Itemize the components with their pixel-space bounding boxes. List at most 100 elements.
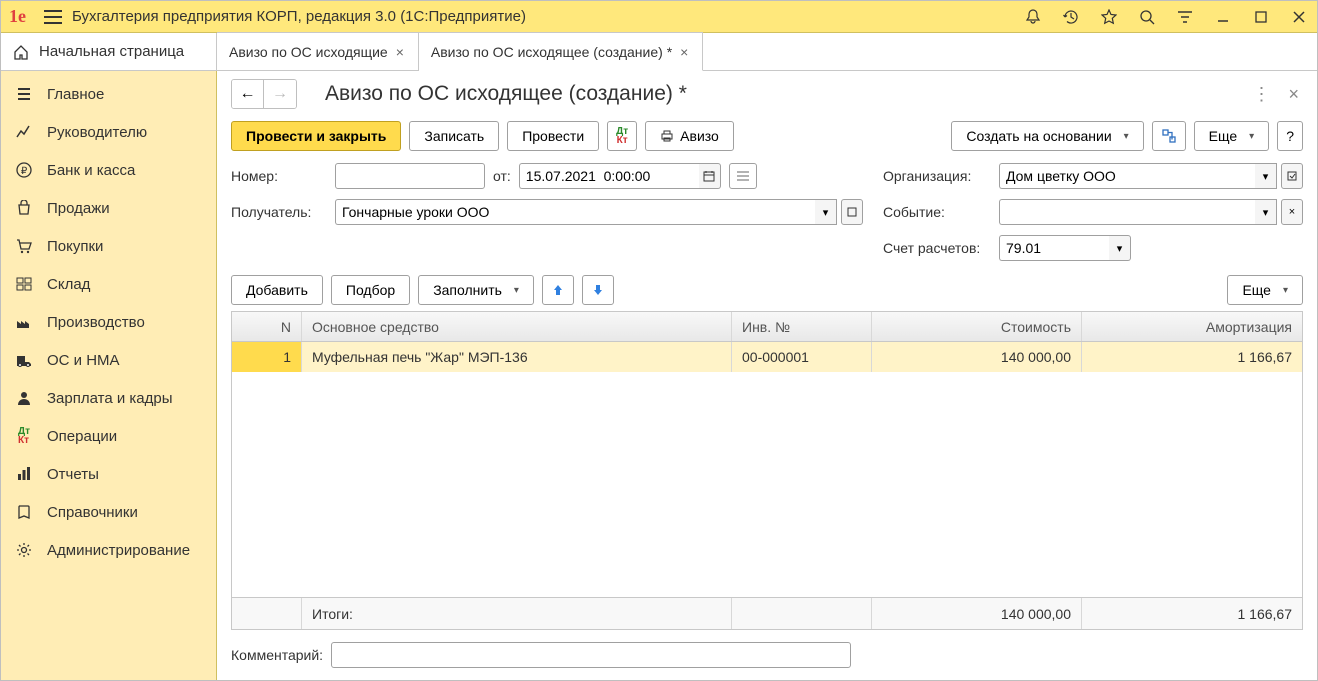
structure-button[interactable] xyxy=(1152,121,1186,151)
sidebar-item-reports[interactable]: Отчеты xyxy=(1,455,216,493)
open-icon[interactable] xyxy=(841,199,863,225)
cell-cost: 140 000,00 xyxy=(872,342,1082,372)
comment-input[interactable] xyxy=(331,642,851,668)
recipient-input[interactable] xyxy=(335,199,815,225)
gear-icon xyxy=(15,541,33,559)
table-body: 1 Муфельная печь "Жар" МЭП-136 00-000001… xyxy=(232,342,1302,597)
maximize-icon[interactable] xyxy=(1251,7,1271,27)
sidebar-label: Справочники xyxy=(47,504,138,521)
help-button[interactable]: ? xyxy=(1277,121,1303,151)
tab-close-icon[interactable]: × xyxy=(394,44,406,60)
logo-1c: 1e xyxy=(9,6,26,27)
dtkt-button[interactable]: ДтКт xyxy=(607,121,637,151)
account-input[interactable] xyxy=(999,235,1109,261)
fill-button[interactable]: Заполнить xyxy=(418,275,534,305)
clear-icon[interactable]: × xyxy=(1281,199,1303,225)
sidebar-label: ОС и НМА xyxy=(47,352,120,369)
boxes-icon xyxy=(15,275,33,293)
close-panel-icon[interactable]: × xyxy=(1284,80,1303,109)
col-cost-header[interactable]: Стоимость xyxy=(872,312,1082,341)
org-label: Организация: xyxy=(883,168,991,184)
table-row[interactable]: 1 Муфельная печь "Жар" МЭП-136 00-000001… xyxy=(232,342,1302,372)
aviso-button[interactable]: Авизо xyxy=(645,121,734,151)
printer-icon xyxy=(660,129,674,143)
data-table: N Основное средство Инв. № Стоимость Амо… xyxy=(231,311,1303,630)
sidebar-label: Зарплата и кадры xyxy=(47,390,173,407)
sidebar-item-operations[interactable]: ДтКт Операции xyxy=(1,417,216,455)
sidebar-item-production[interactable]: Производство xyxy=(1,303,216,341)
page-title: Авизо по ОС исходящее (создание) * xyxy=(325,82,1248,106)
filter-icon[interactable] xyxy=(1175,7,1195,27)
sidebar-label: Операции xyxy=(47,428,117,445)
tab-close-icon[interactable]: × xyxy=(678,44,690,60)
dropdown-icon[interactable]: ▾ xyxy=(815,199,837,225)
tab-1[interactable]: Авизо по ОС исходящее (создание) * × xyxy=(419,32,703,71)
col-n-header[interactable]: N xyxy=(232,312,302,341)
home-icon xyxy=(13,44,29,60)
sidebar-item-os-nma[interactable]: ОС и НМА xyxy=(1,341,216,379)
titlebar: 1e Бухгалтерия предприятия КОРП, редакци… xyxy=(1,1,1317,33)
aviso-label: Авизо xyxy=(680,128,719,144)
sidebar-item-purchases[interactable]: Покупки xyxy=(1,227,216,265)
sidebar-item-manager[interactable]: Руководителю xyxy=(1,113,216,151)
bell-icon[interactable] xyxy=(1023,7,1043,27)
add-button[interactable]: Добавить xyxy=(231,275,323,305)
book-icon xyxy=(15,503,33,521)
hamburger-icon[interactable] xyxy=(44,10,62,24)
factory-icon xyxy=(15,313,33,331)
dropdown-icon[interactable]: ▾ xyxy=(1255,199,1277,225)
post-close-button[interactable]: Провести и закрыть xyxy=(231,121,401,151)
close-icon[interactable] xyxy=(1289,7,1309,27)
table-more-button[interactable]: Еще xyxy=(1227,275,1303,305)
cell-amort: 1 166,67 xyxy=(1082,342,1302,372)
kebab-icon[interactable]: ⋮ xyxy=(1248,80,1274,109)
minimize-icon[interactable] xyxy=(1213,7,1233,27)
post-button[interactable]: Провести xyxy=(507,121,599,151)
col-inv-header[interactable]: Инв. № xyxy=(732,312,872,341)
cell-n: 1 xyxy=(232,342,302,372)
sidebar-item-hr[interactable]: Зарплата и кадры xyxy=(1,379,216,417)
table-header: N Основное средство Инв. № Стоимость Амо… xyxy=(232,312,1302,342)
sidebar-label: Продажи xyxy=(47,200,110,217)
create-based-button[interactable]: Создать на основании xyxy=(951,121,1143,151)
calendar-icon[interactable] xyxy=(699,163,721,189)
number-input[interactable] xyxy=(335,163,485,189)
comment-row: Комментарий: xyxy=(231,642,1303,668)
table-toolbar: Добавить Подбор Заполнить Еще xyxy=(231,275,1303,305)
sidebar-item-catalogs[interactable]: Справочники xyxy=(1,493,216,531)
dtkt-icon: ДтКт xyxy=(15,427,33,445)
pick-button[interactable]: Подбор xyxy=(331,275,410,305)
col-amort-header[interactable]: Амортизация xyxy=(1082,312,1302,341)
nav-back-button[interactable]: ← xyxy=(232,80,264,108)
more-button[interactable]: Еще xyxy=(1194,121,1270,151)
search-icon[interactable] xyxy=(1137,7,1157,27)
event-input[interactable] xyxy=(999,199,1255,225)
move-up-button[interactable] xyxy=(542,275,574,305)
tab-0[interactable]: Авизо по ОС исходящие × xyxy=(217,32,419,71)
history-icon[interactable] xyxy=(1061,7,1081,27)
sidebar-item-main[interactable]: Главное xyxy=(1,75,216,113)
sidebar-item-warehouse[interactable]: Склад xyxy=(1,265,216,303)
dropdown-icon[interactable]: ▾ xyxy=(1109,235,1131,261)
sidebar-item-admin[interactable]: Администрирование xyxy=(1,531,216,569)
main-panel: ← → Авизо по ОС исходящее (создание) * ⋮… xyxy=(217,71,1317,680)
list-small-icon[interactable] xyxy=(729,163,757,189)
sidebar-label: Склад xyxy=(47,276,90,293)
list-icon xyxy=(15,85,33,103)
sidebar-item-bank[interactable]: ₽Банк и касса xyxy=(1,151,216,189)
move-down-button[interactable] xyxy=(582,275,614,305)
col-name-header[interactable]: Основное средство xyxy=(302,312,732,341)
dropdown-icon[interactable]: ▾ xyxy=(1255,163,1277,189)
tab-home[interactable]: Начальная страница xyxy=(1,33,217,70)
open-icon[interactable] xyxy=(1281,163,1303,189)
write-button[interactable]: Записать xyxy=(409,121,499,151)
date-input[interactable] xyxy=(519,163,699,189)
truck-icon xyxy=(15,351,33,369)
star-icon[interactable] xyxy=(1099,7,1119,27)
sidebar-item-sales[interactable]: Продажи xyxy=(1,189,216,227)
org-input[interactable] xyxy=(999,163,1255,189)
comment-label: Комментарий: xyxy=(231,647,323,663)
tabbar: Начальная страница Авизо по ОС исходящие… xyxy=(1,33,1317,71)
sidebar-label: Руководителю xyxy=(47,124,147,141)
foot-label: Итоги: xyxy=(302,598,732,629)
